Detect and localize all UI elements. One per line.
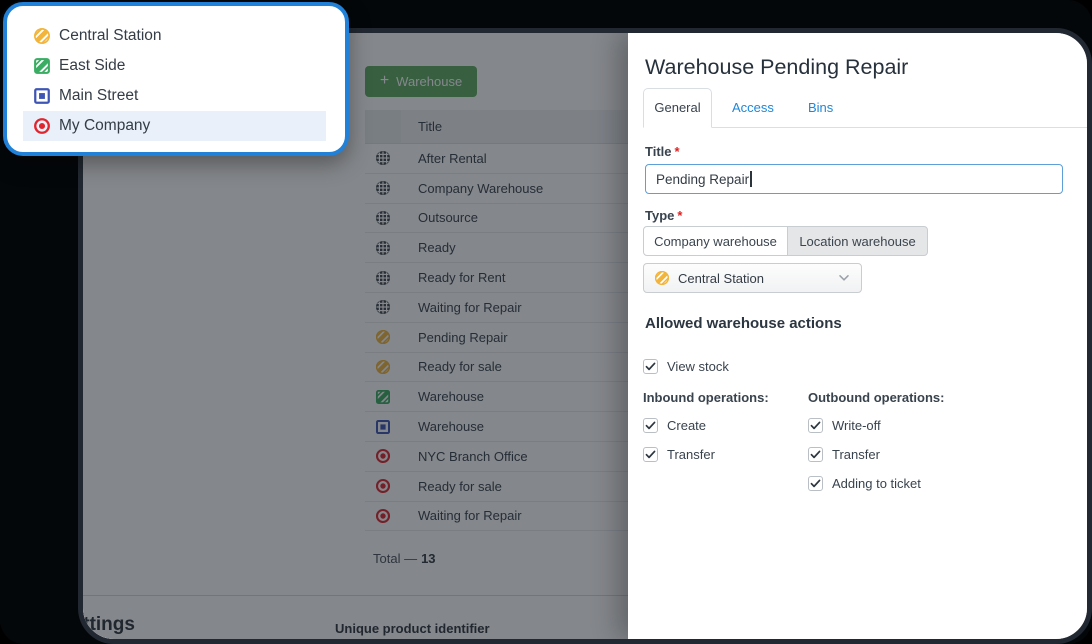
chevron-down-icon <box>839 275 849 281</box>
tab-general[interactable]: General <box>643 88 712 128</box>
type-field-label: Type* <box>645 208 682 223</box>
east-side-icon <box>33 57 51 75</box>
check-icon <box>645 362 656 371</box>
tab-access[interactable]: Access <box>732 88 774 128</box>
central-station-icon <box>33 27 51 45</box>
text-cursor <box>750 171 752 187</box>
checkbox <box>808 476 823 491</box>
location-option-list: Central Station East Side Main Street My… <box>7 6 345 141</box>
checkbox-row[interactable]: Write-off <box>808 418 921 433</box>
location-select-value: Central Station <box>678 271 764 286</box>
screenshot-canvas: + Warehouse Title After Rental <box>0 0 1092 644</box>
modal-tab-bar: General Access Bins <box>643 88 1087 128</box>
type-segmented-control: Company warehouse Location warehouse <box>643 226 928 256</box>
check-icon <box>645 450 656 459</box>
checkbox-row[interactable]: Transfer <box>808 447 921 462</box>
checkbox <box>643 447 658 462</box>
warehouse-modal: Warehouse Pending Repair General Access … <box>628 33 1087 639</box>
location-option-label: Main Street <box>59 87 138 105</box>
checkbox <box>643 418 658 433</box>
title-input-value: Pending Repair <box>656 172 749 187</box>
main-street-icon <box>33 87 51 105</box>
check-icon <box>810 479 821 488</box>
title-field-label: Title* <box>645 144 680 159</box>
location-option-label: My Company <box>59 117 150 135</box>
location-option-label: East Side <box>59 57 125 75</box>
modal-title: Warehouse Pending Repair <box>645 55 908 80</box>
location-option[interactable]: My Company <box>23 111 326 141</box>
checkbox-row[interactable]: Transfer <box>643 447 715 462</box>
location-option-label: Central Station <box>59 27 162 45</box>
outbound-checkbox-column: Write-off Transfer Adding to ticket <box>808 418 921 491</box>
location-callout-popup: Central Station East Side Main Street My… <box>3 2 349 156</box>
outbound-operations-label: Outbound operations: <box>808 390 944 405</box>
central-station-icon <box>654 270 670 286</box>
title-input[interactable]: Pending Repair <box>645 164 1063 194</box>
view-stock-checkbox-row[interactable]: View stock <box>643 359 729 374</box>
inbound-operations-label: Inbound operations: <box>643 390 769 405</box>
check-icon <box>645 421 656 430</box>
checkbox <box>808 447 823 462</box>
checkbox <box>643 359 658 374</box>
check-icon <box>810 421 821 430</box>
check-icon <box>810 450 821 459</box>
checkbox-row[interactable]: Adding to ticket <box>808 476 921 491</box>
checkbox-row[interactable]: Create <box>643 418 715 433</box>
segment-location-warehouse[interactable]: Location warehouse <box>787 226 928 256</box>
allowed-actions-heading: Allowed warehouse actions <box>645 315 842 332</box>
tab-bins[interactable]: Bins <box>808 88 833 128</box>
inbound-checkbox-column: Create Transfer <box>643 418 715 462</box>
location-option[interactable]: Main Street <box>23 81 326 111</box>
location-option[interactable]: East Side <box>23 51 326 81</box>
location-select[interactable]: Central Station <box>643 263 862 293</box>
required-asterisk: * <box>677 208 682 223</box>
location-option[interactable]: Central Station <box>23 21 326 51</box>
required-asterisk: * <box>675 144 680 159</box>
my-company-icon <box>33 117 51 135</box>
checkbox <box>808 418 823 433</box>
segment-company-warehouse[interactable]: Company warehouse <box>643 226 788 256</box>
